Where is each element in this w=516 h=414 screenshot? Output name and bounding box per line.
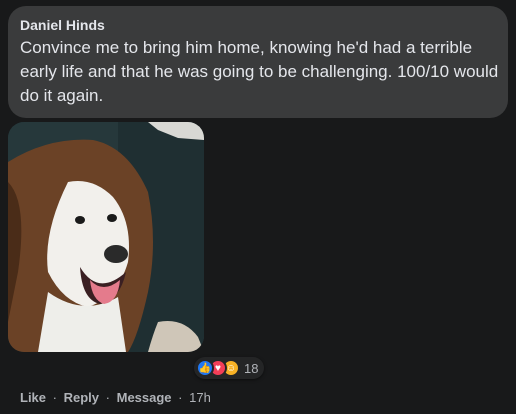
comment-bubble: Daniel Hinds Convince me to bring him ho… <box>8 6 508 118</box>
comment-text: Convince me to bring him home, knowing h… <box>20 38 499 105</box>
separator: · <box>52 390 57 405</box>
message-button[interactable]: Message <box>117 390 172 405</box>
reaction-summary[interactable]: 👍 ♥ ☺ 18 <box>194 357 265 379</box>
comment-author[interactable]: Daniel Hinds <box>20 16 496 34</box>
like-button[interactable]: Like <box>20 390 46 405</box>
attached-photo[interactable] <box>8 122 204 352</box>
separator: · <box>105 390 110 405</box>
separator: · <box>178 390 183 405</box>
reaction-count: 18 <box>244 360 259 376</box>
like-icon: 👍 <box>196 359 214 377</box>
timestamp[interactable]: 17h <box>189 390 211 405</box>
dog-photo <box>8 122 204 352</box>
reply-button[interactable]: Reply <box>64 390 99 405</box>
comment-actions: Like · Reply · Message · 17h <box>20 390 211 406</box>
